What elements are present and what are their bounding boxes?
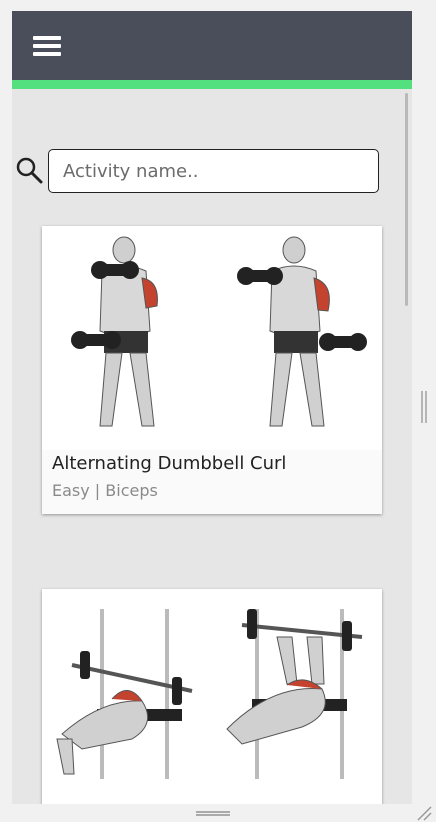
- app-window: Alternating Dumbbell Curl Easy | Biceps: [12, 11, 412, 804]
- bench-press-illustration: [42, 589, 382, 804]
- figure-left: [71, 236, 158, 427]
- activity-meta: Easy | Biceps: [52, 481, 158, 500]
- header-accent-bar: [12, 80, 412, 89]
- resize-grip-icon[interactable]: [414, 805, 432, 821]
- side-resize-handle[interactable]: [421, 391, 427, 423]
- bench-left: [56, 609, 193, 779]
- figure-right: [237, 236, 367, 427]
- app-header: [12, 11, 412, 80]
- bottom-resize-handle[interactable]: [196, 811, 230, 816]
- alternating-dumbbell-curl-illustration: [42, 226, 382, 450]
- search-input[interactable]: [48, 149, 379, 193]
- activity-title: Alternating Dumbbell Curl: [52, 453, 287, 474]
- activity-card[interactable]: [42, 589, 382, 804]
- hamburger-icon[interactable]: [33, 36, 61, 58]
- bench-right: [226, 609, 363, 779]
- activity-card[interactable]: Alternating Dumbbell Curl Easy | Biceps: [42, 226, 382, 514]
- search-icon: [16, 157, 43, 184]
- scrollbar[interactable]: [405, 93, 408, 306]
